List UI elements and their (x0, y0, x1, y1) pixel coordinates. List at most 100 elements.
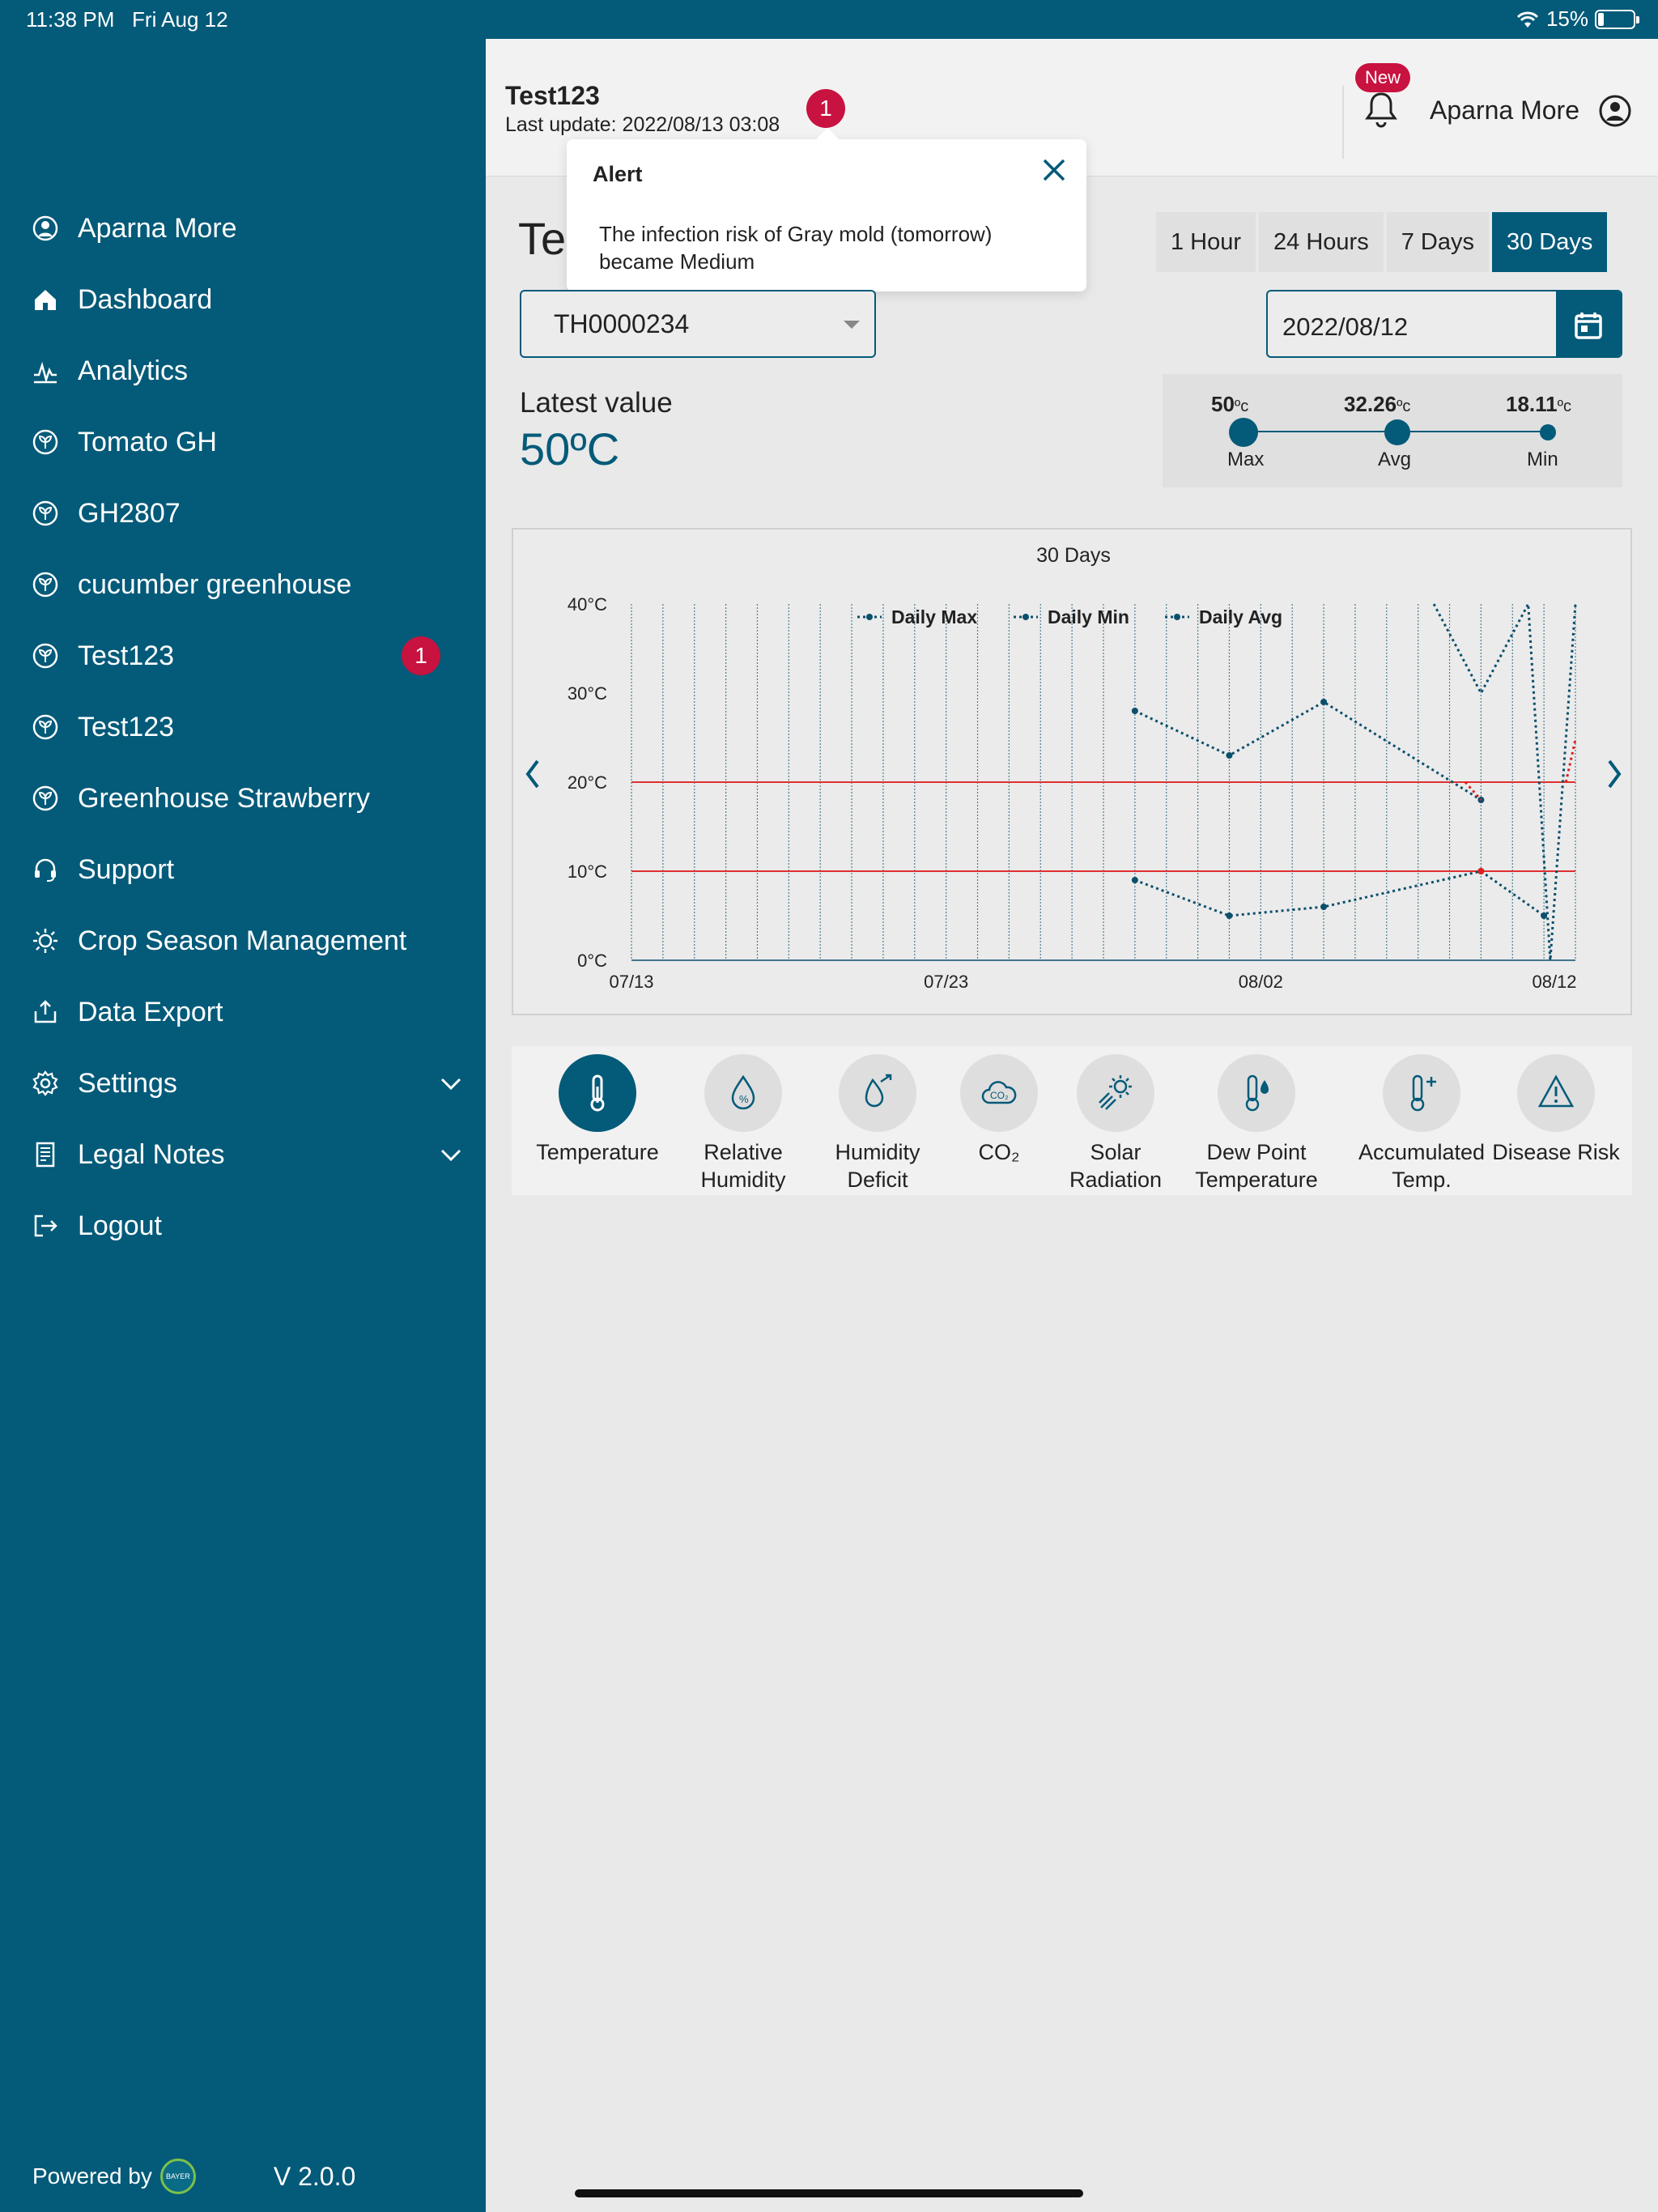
sidebar-item-label: Legal Notes (78, 1138, 225, 1170)
y-tick-label: 10°C (568, 861, 607, 882)
range-button-7-days[interactable]: 7 Days (1386, 212, 1489, 272)
sidebar-item-settings[interactable]: Settings (0, 1048, 486, 1119)
range-button-1-hour[interactable]: 1 Hour (1156, 212, 1256, 272)
sidebar-item-label: Test123 (78, 640, 175, 671)
metric-accumulated-temp[interactable]: Accumulated Temp. (1349, 1054, 1494, 1193)
latest-value-label: Latest value (520, 387, 673, 419)
alert-message: The infection risk of Gray mold (tomorro… (599, 222, 993, 274)
sidebar-item-legal-notes[interactable]: Legal Notes (0, 1119, 486, 1190)
humidity-deficit-icon (839, 1054, 916, 1132)
chevron-down-icon[interactable] (439, 1142, 463, 1167)
accumulated-temp-icon (1383, 1054, 1460, 1132)
metric-solar-radiation[interactable]: Solar Radiation (1043, 1054, 1188, 1193)
chart-title: 30 Days (1036, 544, 1111, 567)
calendar-icon (1575, 313, 1602, 339)
headset-icon (31, 855, 60, 884)
sidebar-item-logout[interactable]: Logout (0, 1190, 486, 1261)
sidebar-item-label: Test123 (78, 711, 175, 742)
sidebar-item-dashboard[interactable]: Dashboard (0, 264, 486, 335)
alert-count-badge[interactable]: 1 (806, 89, 845, 128)
range-button-30-days[interactable]: 30 Days (1491, 212, 1608, 272)
data-point (1320, 699, 1328, 705)
new-badge: New (1355, 63, 1411, 92)
alert-point (1477, 868, 1485, 874)
alert-title: Alert (593, 162, 643, 186)
sidebar-item-support[interactable]: Support (0, 834, 486, 905)
metric-dew-point-temperature[interactable]: Dew Point Temperature (1184, 1054, 1329, 1193)
gear-icon (31, 1069, 60, 1098)
warning-icon (1517, 1054, 1595, 1132)
sidebar-item-gh2807[interactable]: GH2807 (0, 478, 486, 549)
metric-relative-humidity[interactable]: % Relative Humidity (670, 1054, 816, 1193)
sidebar-item-tomato-gh[interactable]: Tomato GH (0, 406, 486, 478)
status-time: 11:38 PM Fri Aug 12 (26, 7, 228, 32)
alert-segment (1564, 738, 1577, 783)
user-icon (31, 214, 60, 243)
document-icon (31, 1140, 60, 1169)
x-tick-label: 08/02 (1239, 972, 1283, 992)
y-tick-label: 40°C (568, 594, 607, 615)
sidebar-item-data-export[interactable]: Data Export (0, 976, 486, 1048)
legend-marker (866, 614, 873, 620)
chevron-left-icon[interactable] (525, 759, 539, 789)
y-tick-label: 30°C (568, 683, 607, 704)
stat-avg-label: Avg (1378, 449, 1411, 470)
humidity-drop-icon: % (704, 1054, 782, 1132)
stat-min-dot (1540, 424, 1556, 440)
series-line-daily-min (1134, 870, 1545, 917)
home-icon (31, 285, 60, 314)
metric-label: Accumulated Temp. (1358, 1140, 1486, 1192)
device-select[interactable]: TH0000234 (520, 290, 876, 358)
sidebar-item-test123-2[interactable]: Test123 (0, 691, 486, 763)
device-select-value: TH0000234 (554, 309, 690, 338)
sidebar-item-label: Tomato GH (78, 426, 217, 457)
range-button-24-hours[interactable]: 24 Hours (1259, 212, 1384, 272)
x-tick-label: 07/13 (609, 972, 653, 992)
stat-max-value: 50ºc (1211, 392, 1249, 416)
logout-icon (31, 1211, 60, 1240)
sidebar-item-label: Support (78, 853, 175, 885)
calendar-button[interactable] (1556, 291, 1621, 356)
date-value: 2022/08/12 (1282, 313, 1409, 341)
sidebar-item-label: Settings (78, 1067, 177, 1099)
sidebar-item-aparna-more[interactable]: Aparna More (0, 193, 486, 264)
legend-label: Daily Max (891, 606, 977, 627)
y-tick-label: 20°C (568, 772, 607, 793)
sidebar-item-cucumber-greenhouse[interactable]: cucumber greenhouse (0, 549, 486, 620)
sidebar-item-label: Crop Season Management (78, 925, 407, 956)
sidebar-item-greenhouse-strawberry[interactable]: Greenhouse Strawberry (0, 763, 486, 834)
date-picker[interactable]: 2022/08/12 (1266, 290, 1622, 358)
metric-temperature[interactable]: Temperature (525, 1054, 670, 1166)
data-point (1131, 877, 1138, 883)
sidebar-item-test123[interactable]: Test123 1 (0, 620, 486, 691)
greenhouse-title: Test123 (505, 81, 600, 110)
metric-disease-risk[interactable]: Disease Risk (1483, 1054, 1629, 1166)
sidebar-nav: Aparna More Dashboard Analytics Tomato GH GH… (0, 193, 486, 1261)
stat-min-label: Min (1527, 449, 1558, 470)
user-avatar-icon[interactable] (1598, 94, 1632, 128)
sun-icon (31, 926, 60, 955)
x-tick-label: 08/12 (1532, 972, 1576, 992)
leaf-icon (31, 713, 60, 742)
sidebar-footer: Powered by BAYER V 2.0.0 (32, 2159, 355, 2194)
bell-icon[interactable] (1363, 89, 1399, 130)
dew-point-icon (1218, 1054, 1295, 1132)
data-point (1541, 912, 1548, 919)
legend-label: Daily Min (1048, 606, 1129, 627)
data-point (1320, 904, 1328, 910)
chevron-right-icon[interactable] (1608, 759, 1622, 789)
header-user-name[interactable]: Aparna More (1430, 96, 1579, 125)
sidebar-item-label: Logout (78, 1210, 162, 1241)
battery-icon (1595, 9, 1639, 29)
data-point (1131, 708, 1138, 714)
metric-label: Dew Point Temperature (1195, 1140, 1318, 1192)
status-bar: 11:38 PM Fri Aug 12 15% (0, 0, 1658, 39)
sidebar-item-crop-season-management[interactable]: Crop Season Management (0, 905, 486, 976)
y-tick-label: 0°C (577, 951, 607, 971)
stat-max-dot (1229, 418, 1258, 447)
close-icon[interactable] (1039, 155, 1069, 185)
export-icon (31, 998, 60, 1027)
sidebar-item-label: Greenhouse Strawberry (78, 782, 370, 814)
sidebar-item-analytics[interactable]: Analytics (0, 335, 486, 406)
chevron-down-icon[interactable] (439, 1071, 463, 1095)
